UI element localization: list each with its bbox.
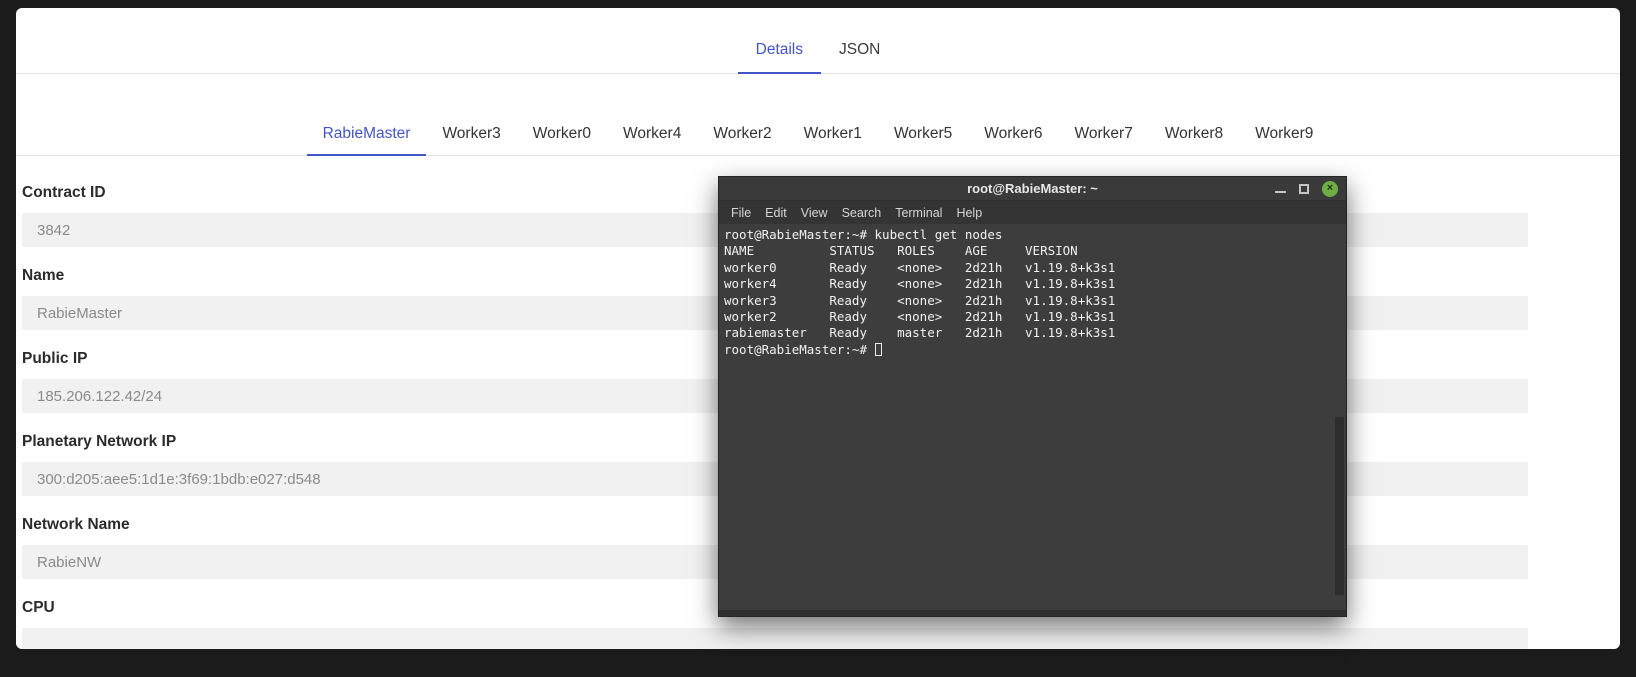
tab-worker7[interactable]: Worker7 [1059,111,1149,155]
terminal-output-line: worker3 Ready <none> 2d21h v1.19.8+k3s1 [724,292,1116,308]
terminal-output-line: rabiemaster Ready master 2d21h v1.19.8+k… [724,325,1116,341]
menu-search[interactable]: Search [835,206,889,220]
close-icon[interactable]: × [1322,180,1338,197]
node-tab-bar: RabieMaster Worker3 Worker0 Worker4 Work… [16,74,1620,156]
terminal-output-line: worker2 Ready <none> 2d21h v1.19.8+k3s1 [724,309,1116,325]
tab-worker0[interactable]: Worker0 [517,111,607,155]
terminal-prompt-line: root@RabieMaster:~# [724,342,1330,358]
minimize-icon[interactable] [1275,191,1286,193]
tab-worker1[interactable]: Worker1 [788,111,878,155]
tab-rabiemaster[interactable]: RabieMaster [306,111,427,156]
terminal-window: root@RabieMaster: ~ × File Edit View Sea… [718,176,1347,617]
terminal-body[interactable]: root@RabieMaster:~# kubectl get nodes NA… [719,224,1346,610]
tab-json[interactable]: JSON [821,31,898,73]
terminal-menubar: File Edit View Search Terminal Help [719,201,1346,224]
tab-worker8[interactable]: Worker8 [1149,111,1239,155]
terminal-output-line: worker0 Ready <none> 2d21h v1.19.8+k3s1 [724,259,1116,275]
view-tab-bar: Details JSON [16,8,1620,74]
menu-view[interactable]: View [794,206,835,220]
tab-worker4[interactable]: Worker4 [607,111,697,155]
maximize-icon[interactable] [1299,183,1309,194]
tab-worker2[interactable]: Worker2 [697,111,787,155]
tab-worker5[interactable]: Worker5 [878,111,968,155]
menu-edit[interactable]: Edit [758,206,794,220]
menu-file[interactable]: File [724,206,758,220]
terminal-title: root@RabieMaster: ~ [967,181,1098,196]
tab-details[interactable]: Details [737,31,822,74]
terminal-bottom-edge [719,610,1346,616]
window-controls: × [1275,177,1338,200]
terminal-command-line: root@RabieMaster:~# kubectl get nodes [724,227,1003,242]
tab-worker9[interactable]: Worker9 [1239,111,1329,155]
menu-terminal[interactable]: Terminal [888,206,949,220]
cpu-input[interactable] [22,628,1528,649]
menu-help[interactable]: Help [949,206,989,220]
tab-worker3[interactable]: Worker3 [426,111,516,155]
terminal-scrollbar-thumb[interactable] [1335,417,1344,595]
terminal-output-line: NAME STATUS ROLES AGE VERSION [724,243,1078,259]
terminal-output-line: worker4 Ready <none> 2d21h v1.19.8+k3s1 [724,276,1116,292]
terminal-titlebar[interactable]: root@RabieMaster: ~ × [719,177,1346,201]
terminal-cursor [874,342,882,356]
tab-worker6[interactable]: Worker6 [968,111,1058,155]
terminal-prompt: root@RabieMaster:~# [724,341,875,357]
